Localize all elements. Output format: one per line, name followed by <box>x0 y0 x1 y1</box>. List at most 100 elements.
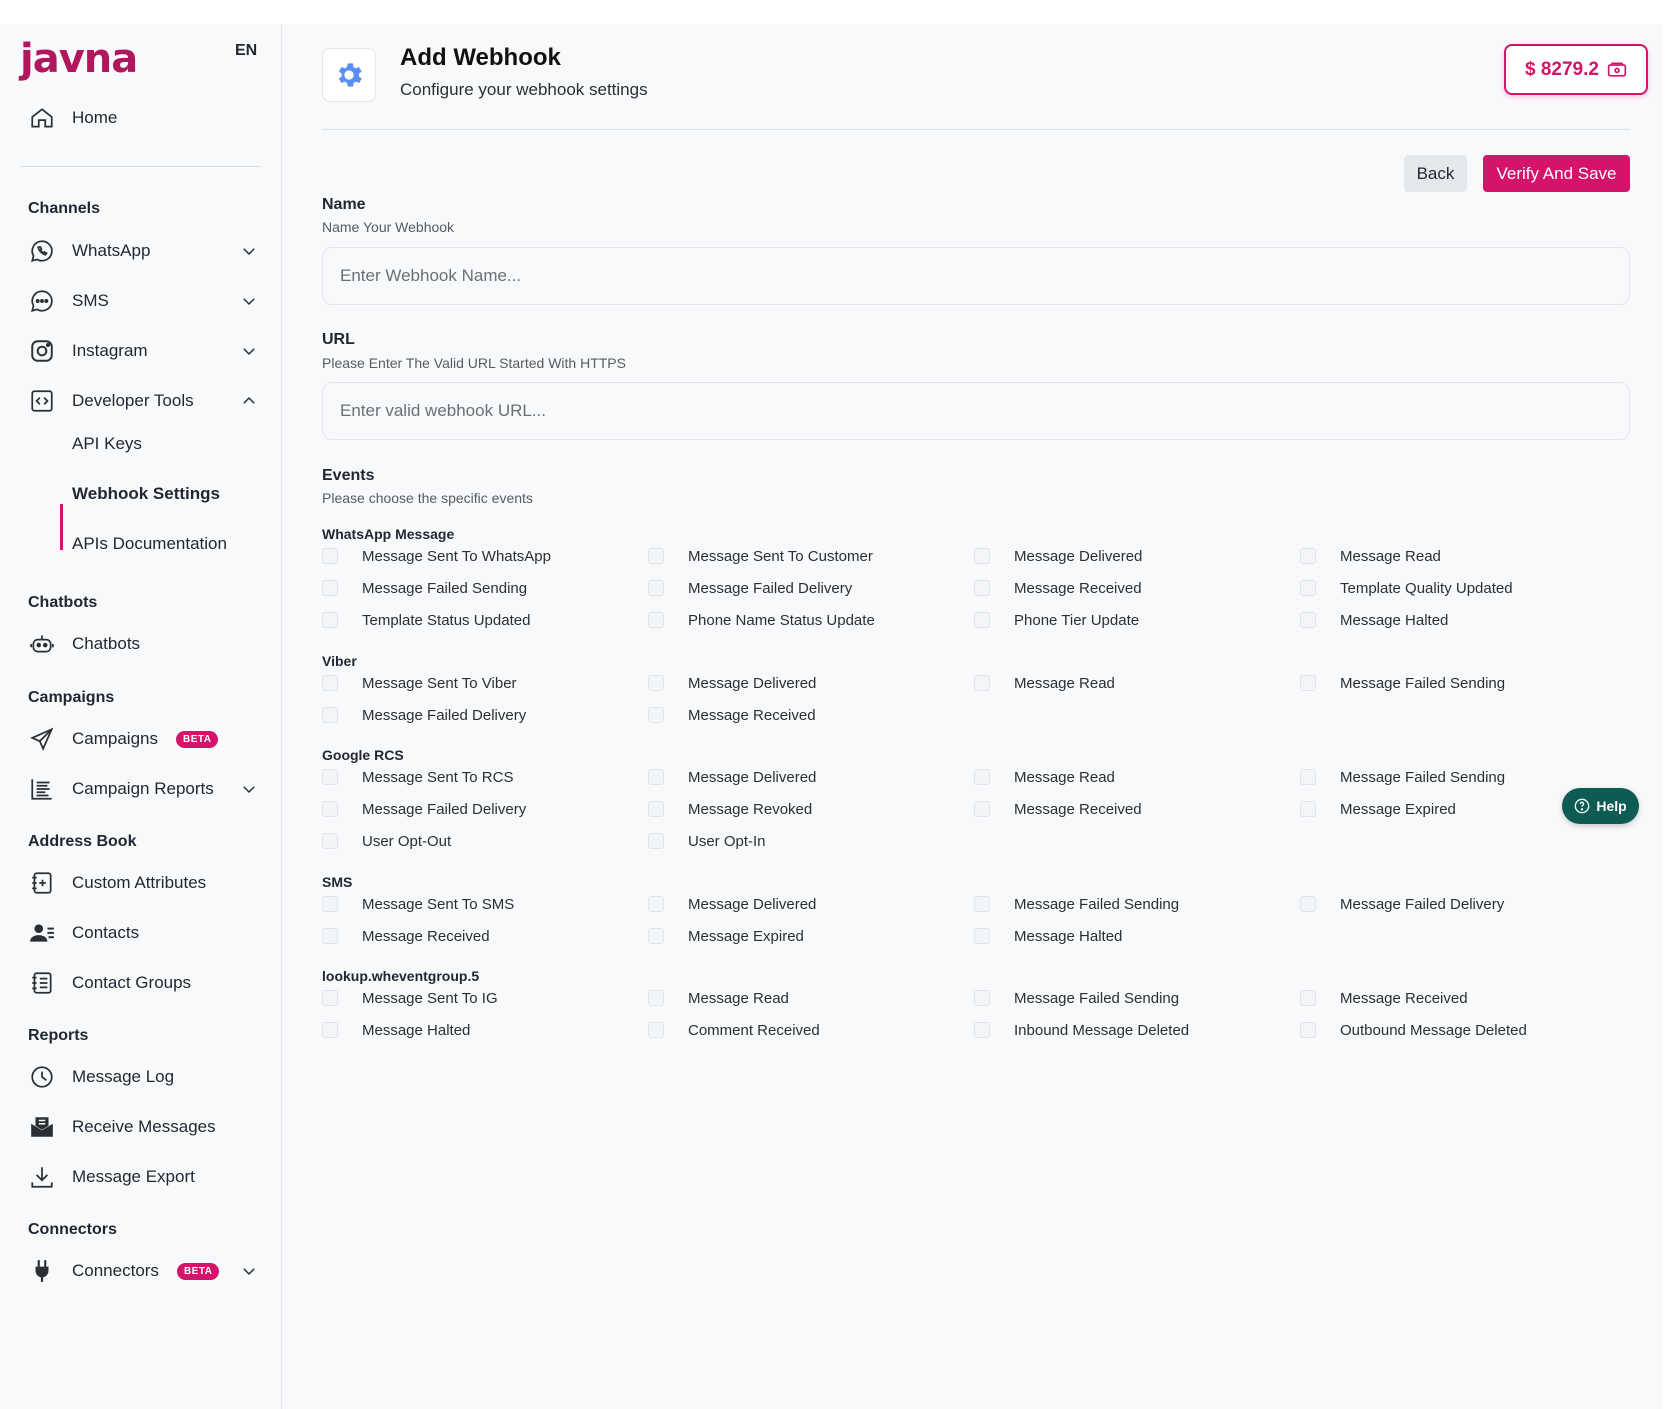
event-checkbox-item[interactable]: Phone Name Status Update <box>648 609 875 631</box>
checkbox[interactable] <box>1300 675 1316 691</box>
event-checkbox-item[interactable]: Message Delivered <box>648 672 816 694</box>
event-checkbox-item[interactable]: Message Sent To IG <box>322 987 498 1009</box>
event-checkbox-item[interactable]: Message Failed Delivery <box>1300 893 1504 915</box>
webhook-name-input[interactable] <box>322 247 1630 305</box>
event-checkbox-item[interactable]: Message Received <box>322 925 490 947</box>
event-checkbox-item[interactable]: Template Quality Updated <box>1300 577 1513 599</box>
checkbox[interactable] <box>322 928 338 944</box>
event-checkbox-item[interactable]: Message Sent To SMS <box>322 893 514 915</box>
checkbox[interactable] <box>1300 1022 1316 1038</box>
event-checkbox-item[interactable]: Message Delivered <box>648 893 816 915</box>
back-button[interactable]: Back <box>1404 155 1467 192</box>
checkbox[interactable] <box>1300 801 1316 817</box>
checkbox[interactable] <box>648 580 664 596</box>
event-checkbox-item[interactable]: Message Delivered <box>648 766 816 788</box>
checkbox[interactable] <box>1300 896 1316 912</box>
checkbox[interactable] <box>1300 769 1316 785</box>
language-selector[interactable]: EN <box>235 42 257 60</box>
checkbox[interactable] <box>974 612 990 628</box>
event-checkbox-item[interactable]: Outbound Message Deleted <box>1300 1019 1527 1041</box>
chevron-down-icon[interactable] <box>240 242 258 260</box>
checkbox[interactable] <box>648 896 664 912</box>
checkbox[interactable] <box>1300 548 1316 564</box>
checkbox[interactable] <box>648 990 664 1006</box>
chevron-up-icon[interactable] <box>240 392 258 410</box>
checkbox[interactable] <box>322 990 338 1006</box>
sidebar-item-apis-documentation[interactable]: APIs Documentation <box>72 534 227 554</box>
checkbox[interactable] <box>648 707 664 723</box>
event-checkbox-item[interactable]: Message Halted <box>1300 609 1448 631</box>
event-checkbox-item[interactable]: User Opt-Out <box>322 830 451 852</box>
chevron-down-icon[interactable] <box>240 780 258 798</box>
event-checkbox-item[interactable]: Message Delivered <box>974 545 1142 567</box>
checkbox[interactable] <box>974 1022 990 1038</box>
checkbox[interactable] <box>322 707 338 723</box>
checkbox[interactable] <box>974 928 990 944</box>
event-checkbox-item[interactable]: Message Read <box>1300 545 1441 567</box>
checkbox[interactable] <box>1300 580 1316 596</box>
checkbox[interactable] <box>322 548 338 564</box>
event-checkbox-item[interactable]: Message Failed Sending <box>974 893 1179 915</box>
checkbox[interactable] <box>648 769 664 785</box>
checkbox[interactable] <box>974 548 990 564</box>
sidebar-item-contacts[interactable]: Contacts <box>28 913 258 953</box>
checkbox[interactable] <box>648 675 664 691</box>
event-checkbox-item[interactable]: User Opt-In <box>648 830 766 852</box>
sidebar-item-campaigns[interactable]: Campaigns BETA <box>28 719 258 759</box>
event-checkbox-item[interactable]: Message Sent To Viber <box>322 672 517 694</box>
checkbox[interactable] <box>974 896 990 912</box>
sidebar-item-contact-groups[interactable]: Contact Groups <box>28 963 258 1003</box>
checkbox[interactable] <box>974 675 990 691</box>
event-checkbox-item[interactable]: Message Halted <box>974 925 1122 947</box>
event-checkbox-item[interactable]: Phone Tier Update <box>974 609 1139 631</box>
event-checkbox-item[interactable]: Message Received <box>1300 987 1468 1009</box>
event-checkbox-item[interactable]: Message Failed Sending <box>322 577 527 599</box>
sidebar-item-developer-tools[interactable]: Developer Tools <box>28 381 258 421</box>
checkbox[interactable] <box>322 896 338 912</box>
sidebar-item-receive-messages[interactable]: Receive Messages <box>28 1107 258 1147</box>
event-checkbox-item[interactable]: Message Sent To RCS <box>322 766 513 788</box>
event-checkbox-item[interactable]: Message Received <box>974 577 1142 599</box>
checkbox[interactable] <box>322 1022 338 1038</box>
webhook-url-input[interactable] <box>322 382 1630 440</box>
event-checkbox-item[interactable]: Comment Received <box>648 1019 820 1041</box>
checkbox[interactable] <box>322 801 338 817</box>
sidebar-item-message-export[interactable]: Message Export <box>28 1157 258 1197</box>
event-checkbox-item[interactable]: Message Read <box>648 987 789 1009</box>
checkbox[interactable] <box>1300 612 1316 628</box>
checkbox[interactable] <box>648 928 664 944</box>
event-checkbox-item[interactable]: Inbound Message Deleted <box>974 1019 1189 1041</box>
event-checkbox-item[interactable]: Message Halted <box>322 1019 470 1041</box>
event-checkbox-item[interactable]: Message Failed Sending <box>974 987 1179 1009</box>
event-checkbox-item[interactable]: Message Failed Sending <box>1300 766 1505 788</box>
checkbox[interactable] <box>322 769 338 785</box>
checkbox[interactable] <box>322 833 338 849</box>
checkbox[interactable] <box>322 580 338 596</box>
checkbox[interactable] <box>322 612 338 628</box>
checkbox[interactable] <box>974 801 990 817</box>
sidebar-item-whatsapp[interactable]: WhatsApp <box>28 231 258 271</box>
sidebar-item-api-keys[interactable]: API Keys <box>72 434 142 454</box>
sidebar-item-custom-attributes[interactable]: Custom Attributes <box>28 863 258 903</box>
event-checkbox-item[interactable]: Message Expired <box>648 925 804 947</box>
verify-and-save-button[interactable]: Verify And Save <box>1483 155 1630 192</box>
checkbox[interactable] <box>648 1022 664 1038</box>
event-checkbox-item[interactable]: Template Status Updated <box>322 609 530 631</box>
chevron-down-icon[interactable] <box>240 342 258 360</box>
help-button[interactable]: Help <box>1562 788 1639 824</box>
sidebar-item-campaign-reports[interactable]: Campaign Reports <box>28 769 258 809</box>
checkbox[interactable] <box>648 548 664 564</box>
checkbox[interactable] <box>322 675 338 691</box>
checkbox[interactable] <box>1300 990 1316 1006</box>
event-checkbox-item[interactable]: Message Revoked <box>648 798 812 820</box>
sidebar-item-chatbots[interactable]: Chatbots <box>28 624 258 664</box>
checkbox[interactable] <box>648 612 664 628</box>
event-checkbox-item[interactable]: Message Sent To WhatsApp <box>322 545 551 567</box>
sidebar-item-message-log[interactable]: Message Log <box>28 1057 258 1097</box>
checkbox[interactable] <box>974 990 990 1006</box>
chevron-down-icon[interactable] <box>240 1262 258 1280</box>
event-checkbox-item[interactable]: Message Expired <box>1300 798 1456 820</box>
event-checkbox-item[interactable]: Message Failed Delivery <box>322 798 526 820</box>
event-checkbox-item[interactable]: Message Received <box>974 798 1142 820</box>
event-checkbox-item[interactable]: Message Read <box>974 766 1115 788</box>
